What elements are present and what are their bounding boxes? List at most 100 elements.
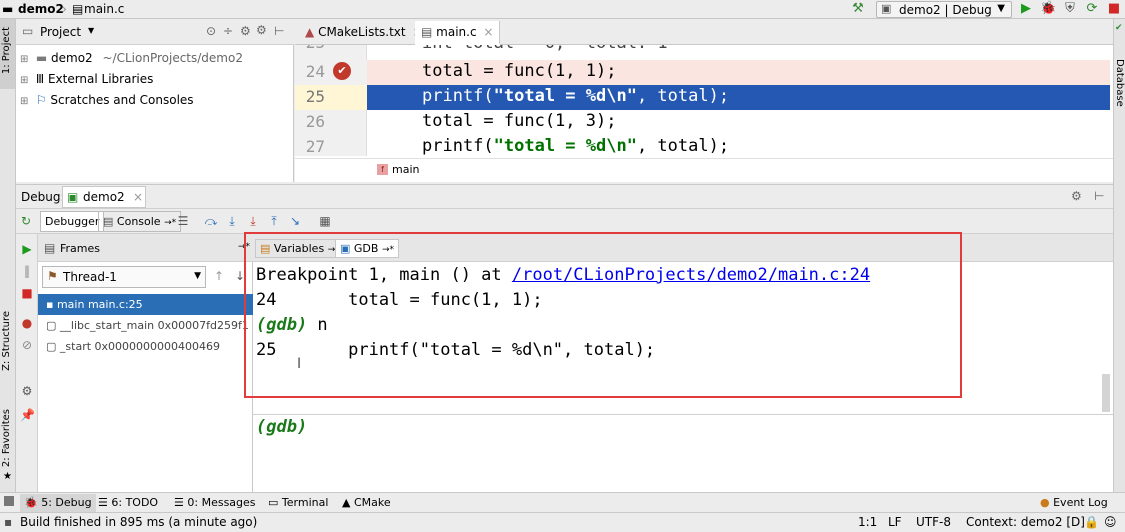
- pin-icon[interactable]: →*: [238, 242, 250, 252]
- tree-item-scratches[interactable]: ⊞ ⚐ Scratches and Consoles: [20, 90, 194, 110]
- frame-label: _start 0x0000000000400469: [59, 340, 221, 353]
- close-icon[interactable]: ×: [483, 25, 493, 39]
- tool-window-bar: 🐞 5: Debug ☰ 6: TODO ☰ 0: Messages ▭ Ter…: [0, 492, 1125, 512]
- tab-cmakelists[interactable]: ▲ CMakeLists.txt ×: [299, 21, 430, 45]
- expand-icon[interactable]: ⊞: [20, 71, 30, 91]
- coverage-icon[interactable]: ⛨: [1062, 1, 1078, 17]
- settings-icon[interactable]: ⚙: [240, 24, 251, 38]
- breakpoint-icon[interactable]: ✔: [333, 62, 351, 80]
- hide-icon[interactable]: ⊢: [1094, 189, 1104, 203]
- rerun-icon[interactable]: ↻: [21, 214, 31, 228]
- project-panel-header: ▭ Project ▼ ⊙ ÷ ⚙ ⚙ ⊢: [16, 19, 294, 45]
- collapse-all-icon[interactable]: ÷: [223, 24, 233, 38]
- project-tool-tab[interactable]: 1: Project: [1, 27, 12, 74]
- variables-icon: ▤: [260, 242, 271, 255]
- frame-item[interactable]: ▪ main main.c:25: [38, 294, 253, 315]
- tool-windows-icon[interactable]: [4, 496, 14, 506]
- line-separator[interactable]: LF: [888, 515, 902, 529]
- resume-icon[interactable]: ▶: [20, 242, 34, 256]
- run-to-cursor-icon[interactable]: ↘: [288, 214, 302, 228]
- code-line-26[interactable]: 26 total = func(1, 3);: [295, 110, 1110, 135]
- favorites-tool-tab[interactable]: 2: Favorites: [1, 409, 12, 467]
- step-into-icon[interactable]: ⤓: [225, 214, 239, 228]
- structure-tool-tab[interactable]: Z: Structure: [1, 311, 12, 371]
- hide-icon[interactable]: ⊢: [274, 24, 284, 38]
- show-execution-point-icon[interactable]: ☰: [176, 214, 190, 228]
- tab-gdb[interactable]: ▣ GDB →*: [335, 239, 399, 258]
- previous-frame-icon[interactable]: ↑: [214, 269, 224, 283]
- database-tool-tab[interactable]: Database: [1114, 59, 1125, 107]
- expand-icon[interactable]: ⊞: [20, 92, 30, 112]
- step-out-icon[interactable]: ⤒: [267, 214, 281, 228]
- force-step-into-icon[interactable]: ⤓: [246, 214, 260, 228]
- tab-variables[interactable]: ▤ Variables →*: [255, 239, 345, 258]
- frame-item[interactable]: ▢ _start 0x0000000000400469: [38, 336, 253, 357]
- profile-icon[interactable]: ⟳: [1084, 1, 1100, 17]
- source-link[interactable]: /root/CLionProjects/demo2/main.c:24: [512, 265, 870, 285]
- frame-item[interactable]: ▢ __libc_start_main 0x00007fd259f1: [38, 315, 253, 336]
- chevron-down-icon: ▼: [88, 26, 95, 35]
- tree-item-demo2[interactable]: ⊞ ▬ demo2 ~/CLionProjects/demo2: [20, 48, 243, 68]
- settings-gear-icon[interactable]: ⚙: [256, 23, 267, 37]
- stop-icon[interactable]: ■: [1106, 1, 1122, 17]
- view-breakpoints-icon[interactable]: ●: [20, 316, 34, 330]
- tab-label: Variables: [273, 242, 325, 255]
- tab-console[interactable]: ▤ Console →*: [98, 211, 182, 232]
- tab-cmake[interactable]: ▲ CMake: [338, 494, 395, 512]
- tab-debug[interactable]: 🐞 5: Debug: [20, 494, 96, 512]
- tab-todo[interactable]: ☰ 6: TODO: [94, 494, 162, 512]
- gdb-input-area[interactable]: (gdb): [253, 415, 1113, 492]
- scroll-from-source-icon[interactable]: ⊙: [206, 24, 216, 38]
- event-log-icon: ●: [1040, 496, 1050, 509]
- gdb-header: ▤ Variables →* ▣ GDB →*: [253, 234, 1113, 262]
- breadcrumb-file[interactable]: main.c: [84, 2, 124, 16]
- editor-breadcrumb[interactable]: main: [392, 163, 419, 176]
- lock-icon[interactable]: 🔒: [1084, 515, 1099, 529]
- next-frame-icon[interactable]: ↓: [235, 269, 245, 283]
- settings-icon[interactable]: ⚙: [1071, 189, 1082, 203]
- frame-label: main main.c:25: [56, 298, 143, 311]
- expand-icon[interactable]: ⊞: [20, 50, 30, 70]
- thread-select[interactable]: ⚑ Thread-1 ▼: [42, 266, 206, 288]
- stop-icon[interactable]: ■: [20, 286, 34, 300]
- gdb-scrollbar[interactable]: [1102, 374, 1110, 412]
- code-line-25[interactable]: 25 printf("total = %d\n", total);: [295, 85, 1110, 110]
- close-icon[interactable]: ×: [133, 190, 143, 204]
- pin-icon[interactable]: 📌: [20, 408, 35, 422]
- code-line-27[interactable]: 27 printf("total = %d\n", total);: [295, 135, 1110, 157]
- frames-icon: ▤: [44, 241, 56, 255]
- text-cursor-icon: I: [297, 356, 302, 372]
- tab-debugger[interactable]: Debugger: [40, 211, 105, 232]
- c-file-icon: ▤: [421, 25, 433, 39]
- tab-main-c[interactable]: ▤ main.c ×: [415, 21, 501, 45]
- cmake-icon: ▲: [342, 496, 351, 509]
- mute-breakpoints-icon[interactable]: ⊘: [20, 338, 34, 352]
- cmake-file-icon: ▲: [305, 25, 315, 39]
- caret-position[interactable]: 1:1: [858, 515, 877, 529]
- pause-icon[interactable]: ‖: [20, 264, 34, 278]
- tab-event-log[interactable]: ● Event Log: [1036, 494, 1112, 512]
- run-icon[interactable]: ▶: [1018, 1, 1034, 17]
- context-indicator[interactable]: Context: demo2 [D]: [966, 515, 1085, 529]
- run-config-select[interactable]: ▣ demo2 | Debug ▼: [876, 1, 1012, 18]
- project-view-select[interactable]: Project: [40, 25, 81, 39]
- pin-icon: →*: [381, 245, 394, 255]
- step-over-icon[interactable]: ⤼: [204, 214, 218, 228]
- debug-icon[interactable]: 🐞: [1040, 1, 1056, 17]
- file-encoding[interactable]: UTF-8: [916, 515, 951, 529]
- status-icon: ▪: [4, 515, 13, 529]
- status-message[interactable]: Build finished in 895 ms (a minute ago): [20, 515, 257, 529]
- breadcrumb-project[interactable]: demo2: [18, 2, 64, 16]
- frames-title: Frames: [60, 242, 101, 255]
- tree-item-external-libraries[interactable]: ⊞ Ⅲ External Libraries: [20, 69, 153, 89]
- build-icon[interactable]: ⚒: [850, 1, 866, 17]
- inspector-icon[interactable]: ☺: [1104, 515, 1117, 529]
- tab-terminal[interactable]: ▭ Terminal: [264, 494, 332, 512]
- evaluate-icon[interactable]: ▦: [318, 214, 332, 228]
- code-line-24[interactable]: 24 ✔ total = func(1, 1);: [295, 60, 1110, 85]
- frames-panel: ▤ Frames →* ⚑ Thread-1 ▼ ↑ ↓ ▪ main main…: [38, 234, 253, 492]
- debug-session-tab[interactable]: ▣ demo2 ×: [62, 186, 146, 208]
- gdb-breakpoint-line: Breakpoint 1, main () at /root/CLionProj…: [256, 265, 871, 285]
- settings-icon[interactable]: ⚙: [20, 384, 34, 398]
- tab-messages[interactable]: ☰ 0: Messages: [170, 494, 260, 512]
